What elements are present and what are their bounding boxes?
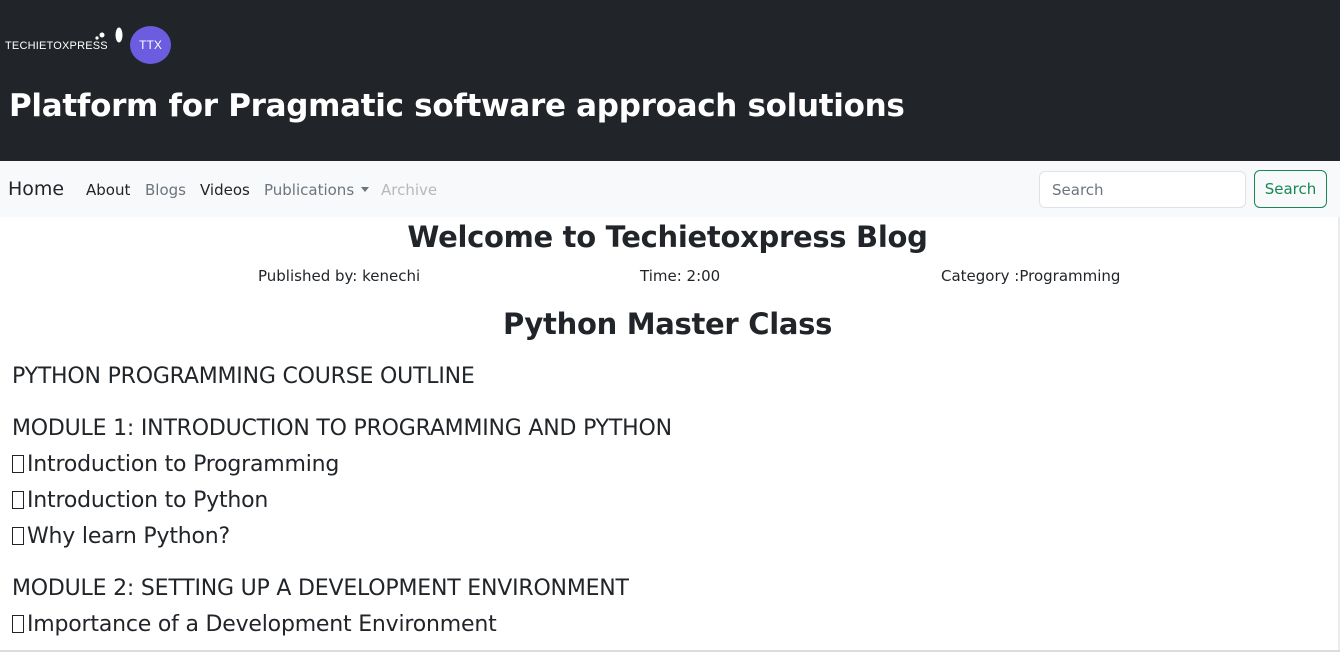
site-logo[interactable]: TECHIETOXPRESS [5,25,125,61]
nav-about-link[interactable]: About [86,181,130,199]
nav-publications-dropdown[interactable]: Publications [264,181,370,199]
missing-glyph-box-icon [12,527,24,545]
missing-glyph-box-icon [12,615,24,633]
post-category: Category :Programming [941,267,1121,285]
module-heading: MODULE 2: SETTING UP A DEVELOPMENT ENVIR… [12,576,629,601]
list-item: Why learn Python? [12,524,230,549]
post-title: Python Master Class [502,307,833,341]
nav-blogs-link[interactable]: Blogs [145,181,186,199]
list-item-text: Importance of a Development Environment [27,612,497,637]
nav-publications-label: Publications [264,181,355,199]
logo-dots-icon [95,27,123,43]
missing-glyph-box-icon [12,455,24,473]
list-item: Introduction to Python [12,488,268,513]
list-item-text: Introduction to Programming [27,452,340,477]
list-item-text: Introduction to Python [27,488,269,513]
logo-text: TECHIETOXPRESS [5,40,108,52]
course-outline-heading: PYTHON PROGRAMMING COURSE OUTLINE [12,364,475,389]
avatar[interactable]: TTX [130,26,171,64]
nav-home-link[interactable]: Home [8,178,64,200]
caret-down-icon [361,187,370,192]
site-title: Platform for Pragmatic software approach… [9,88,905,124]
missing-glyph-box-icon [12,491,24,509]
list-item: Importance of a Development Environment [12,612,497,637]
search-button[interactable]: Search [1254,170,1327,208]
site-header: TECHIETOXPRESS TTX Platform for Pragmati… [0,0,1340,161]
search-input[interactable] [1039,171,1246,208]
navbar: Home About Blogs Videos Publications Arc… [0,161,1340,217]
list-item: Introduction to Programming [12,452,339,477]
list-item-text: Why learn Python? [27,524,230,549]
nav-videos-link[interactable]: Videos [200,181,250,199]
blog-heading: Welcome to Techietoxpress Blog [407,220,928,254]
post-author: Published by: kenechi [258,267,421,285]
post-time: Time: 2:00 [640,267,721,285]
module-heading: MODULE 1: INTRODUCTION TO PROGRAMMING AN… [12,416,672,441]
nav-archive-link: Archive [381,181,438,199]
